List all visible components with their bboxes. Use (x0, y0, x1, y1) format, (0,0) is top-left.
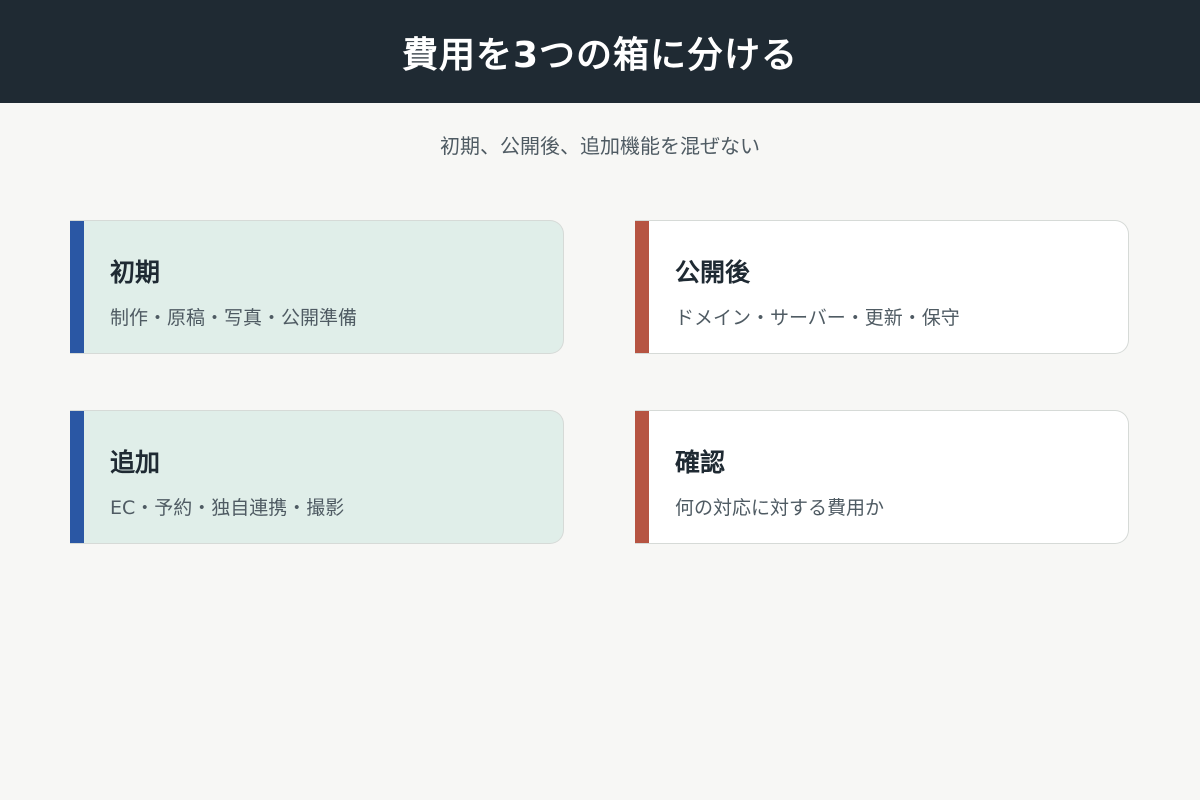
card-accent-bar (70, 221, 84, 353)
card-title: 初期 (110, 258, 161, 287)
card-accent-bar (70, 411, 84, 543)
card-description: 何の対応に対する費用か (675, 497, 885, 519)
card-accent-bar (635, 221, 649, 353)
card-description: EC・予約・独自連携・撮影 (110, 497, 345, 519)
header-banner: 費用を3つの箱に分ける (0, 0, 1200, 103)
card-title: 公開後 (675, 258, 751, 287)
page-subtitle: 初期、公開後、追加機能を混ぜない (440, 134, 760, 158)
card-accent-bar (635, 411, 649, 543)
card-title: 追加 (110, 448, 161, 477)
card-description: 制作・原稿・写真・公開準備 (110, 307, 358, 329)
card-title: 確認 (675, 448, 726, 477)
card-additional: 追加 EC・予約・独自連携・撮影 (70, 410, 564, 544)
card-after-launch: 公開後 ドメイン・サーバー・更新・保守 (635, 220, 1129, 354)
page-title: 費用を3つの箱に分ける (401, 34, 799, 76)
card-description: ドメイン・サーバー・更新・保守 (675, 307, 960, 329)
card-initial: 初期 制作・原稿・写真・公開準備 (70, 220, 564, 354)
card-confirm: 確認 何の対応に対する費用か (635, 410, 1129, 544)
